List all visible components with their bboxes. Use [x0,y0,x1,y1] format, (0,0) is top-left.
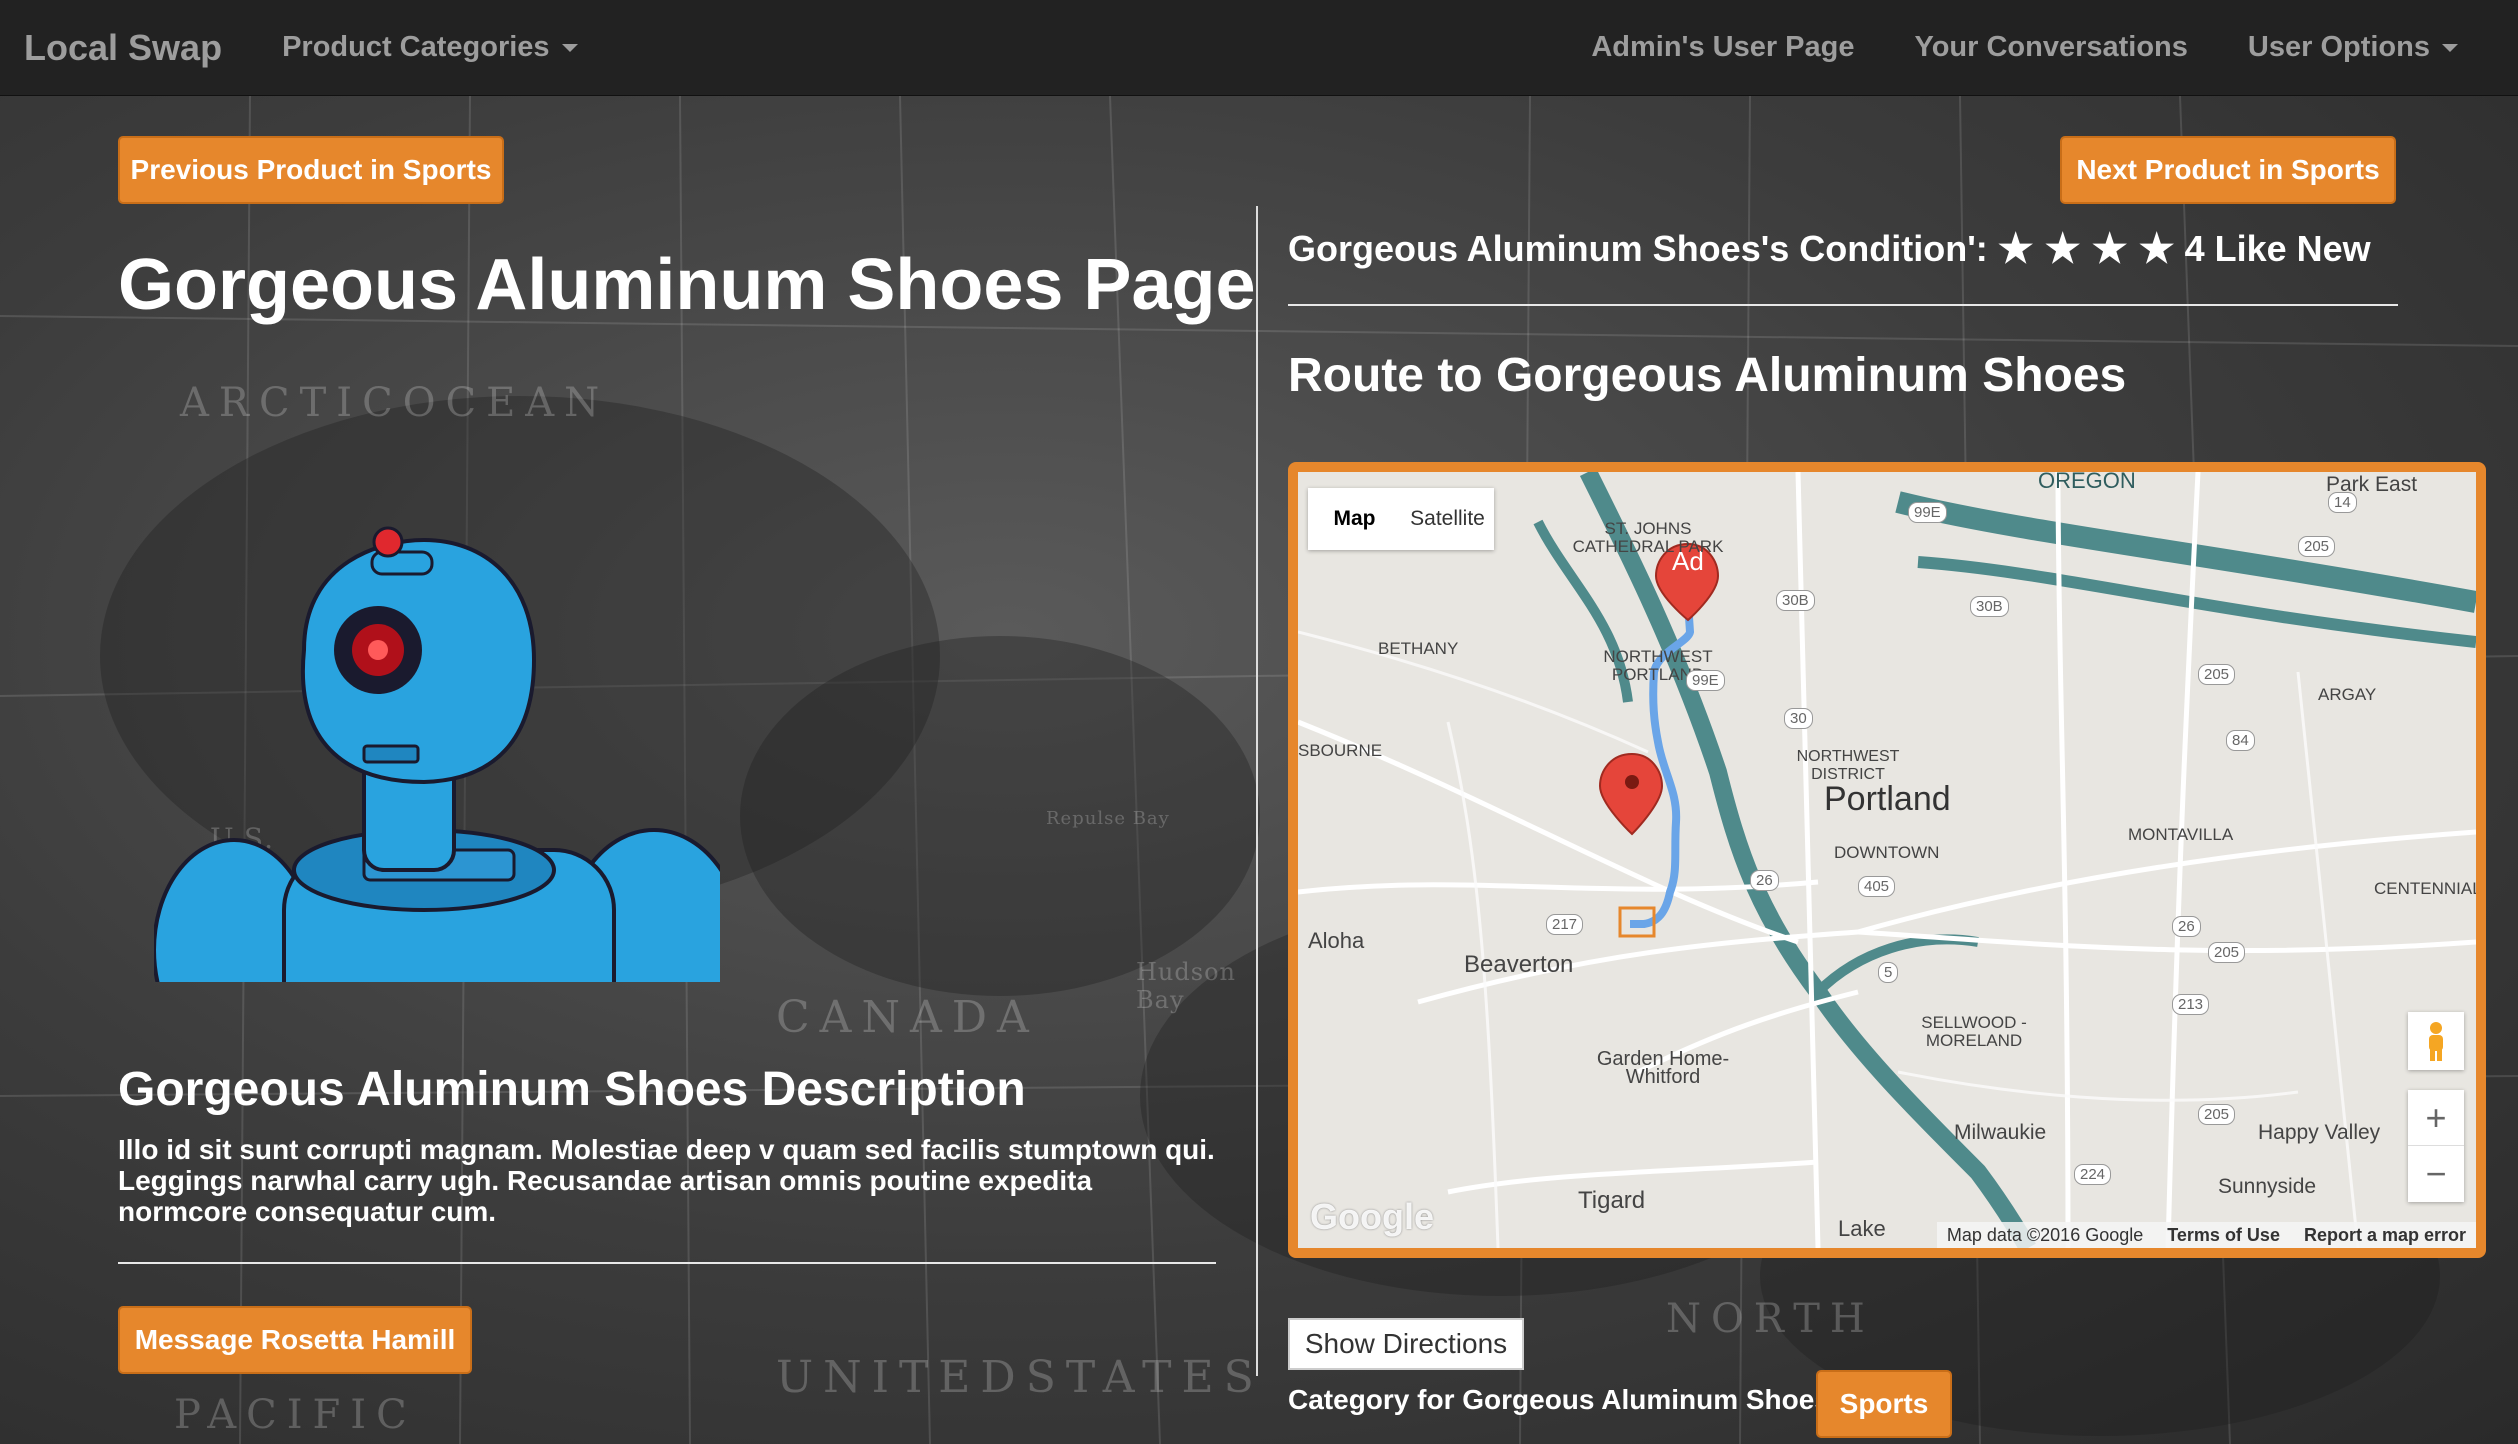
map-label-bethany: BETHANY [1378,639,1459,658]
bg-label-north: NORTH [1666,1296,1875,1342]
robot-illustration [154,526,720,982]
product-categories-dropdown[interactable]: Product Categories [282,31,578,64]
product-categories-label: Product Categories [282,31,550,63]
bg-label-hudson: Hudson Bay [1136,958,1236,1014]
map-label-centennial: CENTENNIAL [2374,879,2482,898]
condition-value: 4 Like New [2184,228,2371,269]
category-sports-button[interactable]: Sports [1816,1370,1952,1438]
route-shield: 30 [1784,708,1813,729]
map-label-lake: Lake [1838,1216,1886,1241]
message-seller-button[interactable]: Message Rosetta Hamill [118,1306,472,1374]
your-conversations-link[interactable]: Your Conversations [1915,31,2188,64]
description-heading: Gorgeous Aluminum Shoes Description [118,1063,1026,1116]
right-divider [1288,304,2398,306]
map-type-toggle: Map Satellite [1308,488,1494,550]
marker-b-pin[interactable] [1598,752,1664,836]
bg-label-canada: CANADA [776,992,1039,1043]
route-shield: 30B [1776,590,1815,611]
bg-label-pacific: PACIFIC [174,1392,417,1438]
route-shield: 99E [1686,670,1725,691]
report-map-error-link[interactable]: Report a map error [2304,1225,2466,1246]
navbar: Local Swap Product Categories Admin's Us… [0,0,2518,96]
map-label-montavilla: MONTAVILLA [2128,825,2234,844]
page-title: Gorgeous Aluminum Shoes Page [118,245,1256,325]
map-label-nw-district: NORTHWEST DISTRICT [1796,748,1900,783]
route-shield: 30B [1970,596,2009,617]
route-shield: 26 [2172,916,2201,937]
map-label-oregon: OREGON [2038,468,2136,493]
route-shield: 205 [2298,536,2336,557]
route-shield: 205 [2208,942,2246,963]
map-label-downtown: DOWNTOWN [1834,843,1940,862]
route-shield: 217 [1546,914,1584,935]
show-directions-button[interactable]: Show Directions [1288,1318,1524,1370]
map-label-st-johns: ST. JOHNS CATHEDRAL PARK [1572,519,1724,556]
map-label-happy-valley: Happy Valley [2258,1121,2381,1144]
route-shield: 14 [2328,492,2357,513]
category-label: Category for Gorgeous Aluminum Shoes [1288,1384,1830,1415]
next-product-button[interactable]: Next Product in Sports [2060,136,2396,204]
bg-label-us: UNITEDSTATES [776,1352,1264,1403]
zoom-control: + − [2408,1090,2464,1202]
route-shield: 26 [1750,870,1779,891]
caret-down-icon [561,43,578,52]
caret-down-icon [2442,43,2458,52]
route-shield: 205 [2198,664,2236,685]
user-options-dropdown[interactable]: User Options [2248,31,2458,64]
admin-user-page-link[interactable]: Admin's User Page [1591,31,1854,64]
route-shield: 99E [1908,502,1947,523]
bg-label-arctic: ARCTICOCEAN [180,380,610,426]
nav-right: Admin's User Page Your Conversations Use… [1591,31,2458,64]
left-divider [118,1262,1216,1264]
description-text: Illo id sit sunt corrupti magnam. Molest… [118,1134,1215,1227]
product-image [154,520,720,982]
user-options-label: User Options [2247,31,2430,63]
map-label-sunnyside: Sunnyside [2218,1175,2317,1198]
route-shield: 84 [2226,730,2255,751]
map-footer: Map data ©2016 Google Terms of Use Repor… [1936,1222,2476,1248]
pegman-icon [2429,1022,2443,1061]
map-label-sellwood: SELLWOOD - MORELAND [1921,1013,2027,1050]
google-logo: Google [1310,1196,1434,1237]
brand-link[interactable]: Local Swap [24,27,222,69]
map-label-aloha: Aloha [1308,928,1365,953]
map-label-sbourne: SBOURNE [1298,741,1383,760]
condition-stars: ★ ★ ★ ★ [1997,227,2175,271]
previous-product-button[interactable]: Previous Product in Sports [118,136,504,204]
route-shield: 405 [1858,876,1896,897]
map-type-satellite[interactable]: Satellite [1401,488,1494,550]
map-label-argay: ARGAY [2318,685,2377,704]
route-shield: 224 [2074,1164,2112,1185]
terms-of-use-link[interactable]: Terms of Use [2167,1225,2280,1246]
route-heading: Route to Gorgeous Aluminum Shoes [1288,349,2127,402]
route-shield: 213 [2172,994,2210,1015]
map-label-portland: Portland [1824,780,1951,818]
route-shield: 205 [2198,1104,2236,1125]
bg-label-repulse: Repulse Bay [1046,808,1170,829]
map-label-beaverton: Beaverton [1464,951,1574,978]
map-label-garden-home: Garden Home-Whitford [1596,1048,1730,1088]
route-shield: 5 [1878,962,1899,983]
condition-row: Gorgeous Aluminum Shoes's Condition': ★ … [1288,226,2371,272]
column-divider [1256,206,1258,1376]
zoom-out-button[interactable]: − [2408,1146,2464,1202]
condition-label: Gorgeous Aluminum Shoes's Condition': [1288,228,1988,269]
map-type-map[interactable]: Map [1308,488,1401,550]
map-label-milwaukie: Milwaukie [1954,1121,2047,1144]
map-label-tigard: Tigard [1578,1187,1646,1214]
map-data-attribution: Map data ©2016 Google [1946,1224,2144,1245]
route-map[interactable]: Map Satellite Ad Portland DOWNTOWN Beave… [1288,462,2486,1258]
pegman-button[interactable] [2408,1012,2464,1070]
zoom-in-button[interactable]: + [2408,1090,2464,1146]
